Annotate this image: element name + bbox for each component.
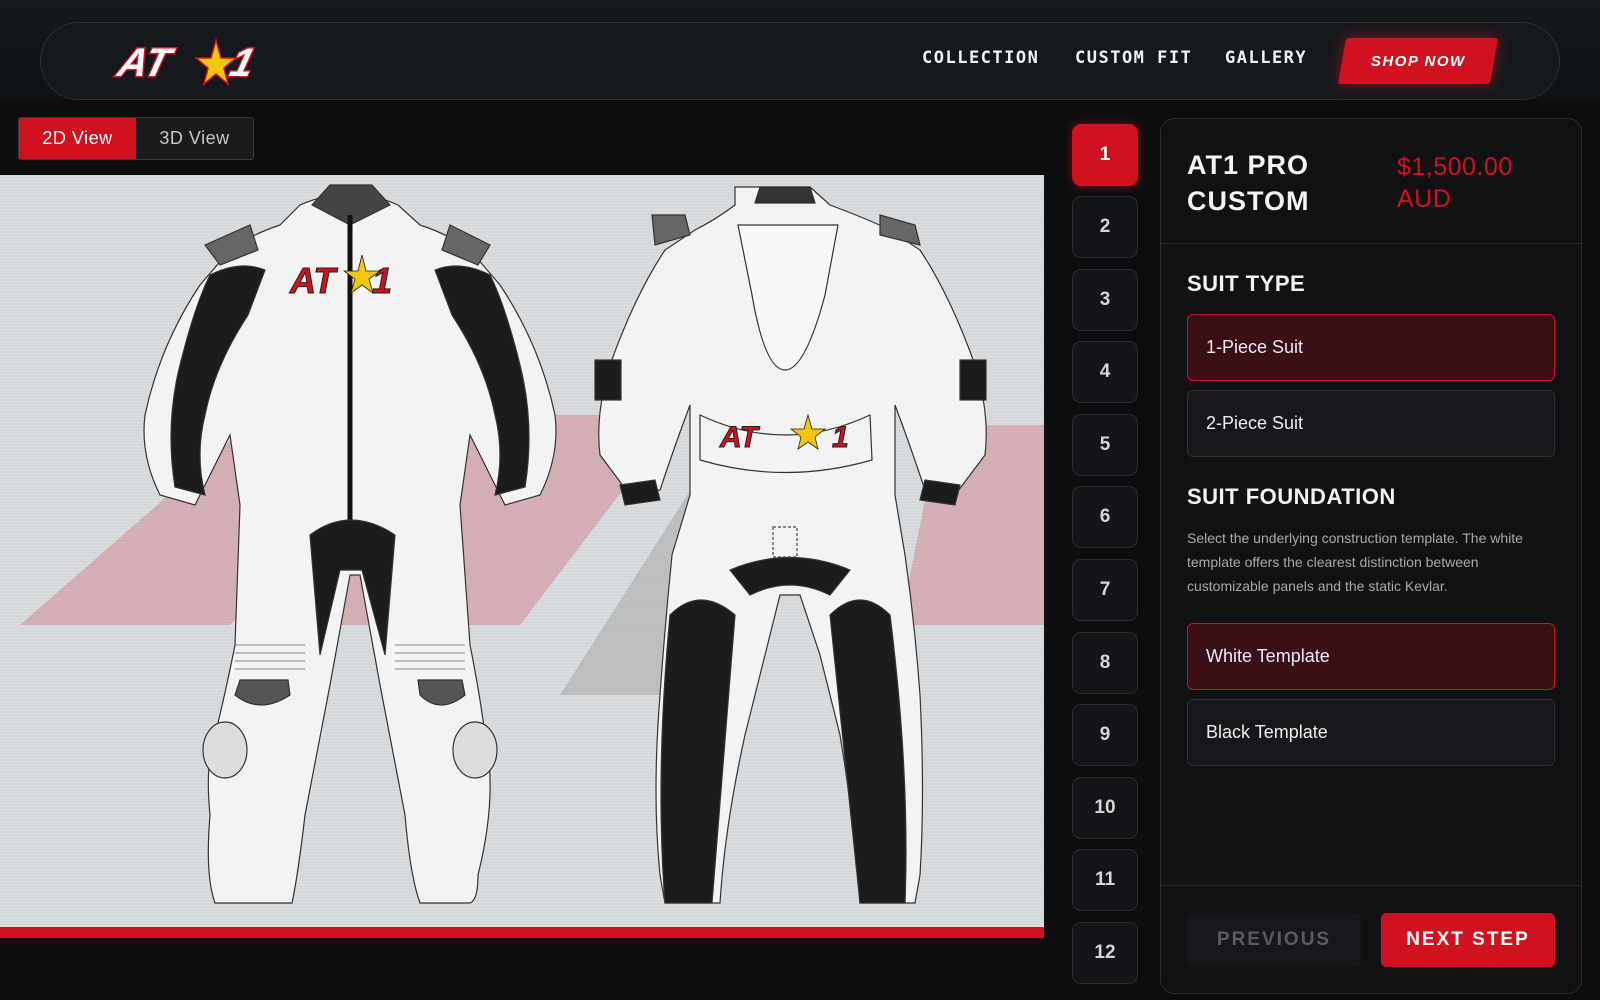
suit-preview-canvas[interactable]: AT 1 AT 1	[0, 175, 1044, 927]
back-logo: AT	[719, 421, 760, 454]
nav-custom-fit[interactable]: CUSTOM FIT	[1075, 48, 1192, 68]
front-chest-logo: AT	[289, 260, 338, 301]
step-3-button[interactable]: 3	[1072, 269, 1138, 331]
product-title-line2: CUSTOM	[1187, 186, 1310, 216]
step-10-button[interactable]: 10	[1072, 777, 1138, 839]
product-title-line1: AT1 PRO	[1187, 150, 1310, 180]
product-title: AT1 PRO CUSTOM	[1187, 147, 1377, 219]
step-7-button[interactable]: 7	[1072, 559, 1138, 621]
product-price-currency: AUD	[1397, 185, 1452, 213]
suit-foundation-description: Select the underlying construction templ…	[1187, 530, 1523, 594]
navbar	[40, 22, 1560, 100]
next-step-button[interactable]: NEXT STEP	[1381, 913, 1555, 967]
step-5-button[interactable]: 5	[1072, 414, 1138, 476]
step-1-button[interactable]: 1	[1072, 124, 1138, 186]
shop-now-label: SHOP NOW	[1370, 52, 1466, 70]
step-8-button[interactable]: 8	[1072, 632, 1138, 694]
suit-type-2-piece-option[interactable]: 2-Piece Suit	[1187, 390, 1555, 457]
view-toggle: 2D View 3D View	[18, 117, 254, 160]
suit-foundation-heading: SUIT FOUNDATION	[1187, 484, 1396, 509]
suit-illustration: AT 1 AT 1	[20, 184, 1044, 904]
front-chest-logo-number: 1	[372, 260, 392, 301]
configurator-panel: AT1 PRO CUSTOM $1,500.00 AUD SUIT TYPE 1…	[1160, 118, 1582, 994]
step-12-button[interactable]: 12	[1072, 922, 1138, 984]
white-template-option[interactable]: White Template	[1187, 623, 1555, 690]
view-3d-button[interactable]: 3D View	[136, 118, 253, 159]
suit-type-1-piece-option[interactable]: 1-Piece Suit	[1187, 314, 1555, 381]
brand-logo[interactable]: AT 1	[108, 36, 268, 88]
nav-collection[interactable]: COLLECTION	[922, 48, 1039, 68]
suit-type-heading: SUIT TYPE	[1187, 271, 1306, 296]
black-template-option[interactable]: Black Template	[1187, 699, 1555, 766]
nav-gallery[interactable]: GALLERY	[1225, 48, 1307, 68]
logo-letters: AT	[113, 40, 179, 85]
view-2d-button[interactable]: 2D View	[19, 118, 136, 159]
back-logo-number: 1	[832, 421, 849, 454]
step-9-button[interactable]: 9	[1072, 704, 1138, 766]
step-4-button[interactable]: 4	[1072, 341, 1138, 403]
step-11-button[interactable]: 11	[1072, 849, 1138, 911]
product-price-amount: $1,500.00	[1397, 153, 1513, 181]
shop-now-button[interactable]: SHOP NOW	[1337, 38, 1499, 84]
step-2-button[interactable]: 2	[1072, 196, 1138, 258]
step-6-button[interactable]: 6	[1072, 486, 1138, 548]
panel-footer-divider	[1161, 885, 1581, 886]
previous-button[interactable]: PREVIOUS	[1187, 913, 1361, 967]
product-price: $1,500.00 AUD	[1397, 151, 1557, 215]
panel-divider	[1161, 243, 1581, 244]
canvas-accent-bar	[0, 927, 1044, 938]
